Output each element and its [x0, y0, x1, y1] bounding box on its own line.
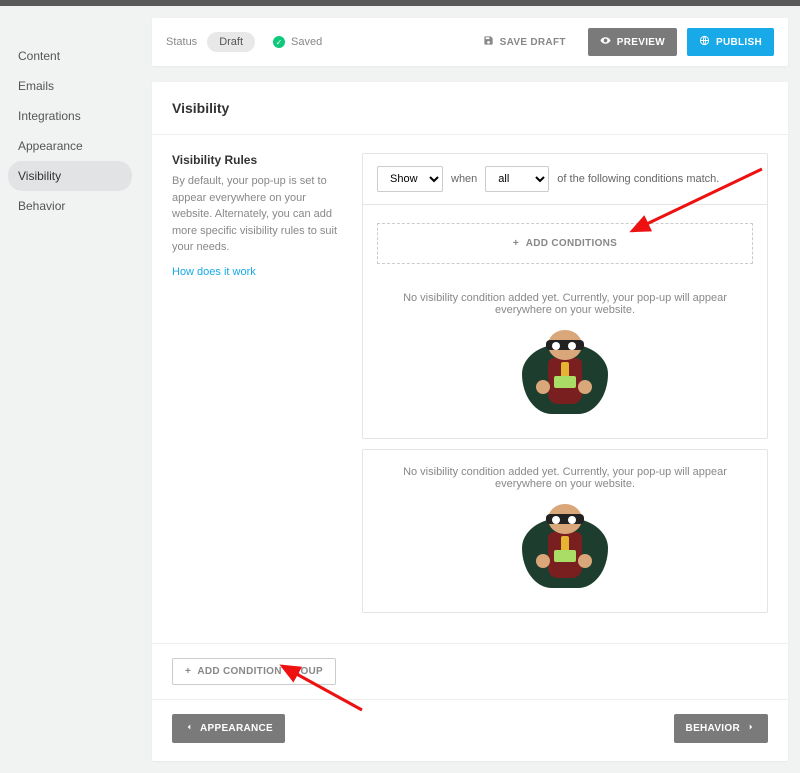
sidebar-item-emails[interactable]: Emails [8, 71, 132, 101]
empty-message-1: No visibility condition added yet. Curre… [363, 282, 767, 316]
sidebar-item-behavior[interactable]: Behavior [8, 191, 132, 221]
rule-group-1: Show when all of the following condition… [362, 153, 768, 439]
how-does-it-work-link[interactable]: How does it work [172, 266, 256, 278]
sidebar-item-content[interactable]: Content [8, 41, 132, 71]
sidebar-item-appearance[interactable]: Appearance [8, 131, 132, 161]
tail-label: of the following conditions match. [557, 173, 719, 185]
when-label: when [451, 173, 477, 185]
next-behavior-button[interactable]: BEHAVIOR [674, 714, 768, 743]
rules-config: Show when all of the following condition… [362, 153, 768, 623]
rule-group-2: No visibility condition added yet. Curre… [362, 449, 768, 613]
globe-icon [699, 35, 710, 49]
publish-label: PUBLISH [716, 37, 762, 48]
sidebar-item-integrations[interactable]: Integrations [8, 101, 132, 131]
prev-appearance-button[interactable]: APPEARANCE [172, 714, 285, 743]
status-label: Status [166, 36, 197, 48]
arrow-right-icon [746, 722, 756, 735]
save-draft-label: SAVE DRAFT [500, 37, 566, 48]
visibility-panel: Visibility Visibility Rules By default, … [152, 82, 788, 761]
save-icon [483, 35, 494, 49]
mascot-illustration-1 [530, 330, 600, 420]
sidebar: Content Emails Integrations Appearance V… [0, 6, 140, 773]
sidebar-item-visibility[interactable]: Visibility [8, 161, 132, 191]
content-column: Status Draft ✓ Saved SAVE DRAFT PREVIEW [140, 6, 800, 773]
prev-label: APPEARANCE [200, 723, 273, 734]
panel-nav: APPEARANCE BEHAVIOR [152, 700, 788, 761]
rules-desc-text: By default, your pop-up is set to appear… [172, 173, 342, 256]
show-select[interactable]: Show [377, 166, 443, 192]
rules-description: Visibility Rules By default, your pop-up… [172, 153, 342, 623]
status-bar: Status Draft ✓ Saved SAVE DRAFT PREVIEW [152, 18, 788, 66]
arrow-left-icon [184, 722, 194, 735]
eye-icon [600, 35, 611, 49]
check-icon: ✓ [273, 36, 285, 48]
publish-button[interactable]: PUBLISH [687, 28, 774, 56]
add-conditions-button[interactable]: + ADD CONDITIONS [377, 223, 753, 264]
next-label: BEHAVIOR [686, 723, 740, 734]
plus-icon: + [185, 666, 191, 677]
status-pill: Draft [207, 32, 255, 52]
mascot-illustration-2 [530, 504, 600, 594]
preview-button[interactable]: PREVIEW [588, 28, 677, 56]
add-condition-group-button[interactable]: + ADD CONDITION GROUP [172, 658, 336, 685]
preview-label: PREVIEW [617, 37, 665, 48]
add-conditions-label: ADD CONDITIONS [526, 238, 617, 249]
rule-sentence: Show when all of the following condition… [363, 154, 767, 205]
saved-label: Saved [291, 36, 322, 48]
all-select[interactable]: all [485, 166, 549, 192]
empty-message-2: No visibility condition added yet. Curre… [363, 450, 767, 490]
save-draft-button[interactable]: SAVE DRAFT [471, 28, 578, 56]
add-group-row: + ADD CONDITION GROUP [152, 644, 788, 700]
rules-title: Visibility Rules [172, 153, 342, 167]
panel-title: Visibility [152, 82, 788, 135]
saved-indicator: ✓ Saved [273, 36, 322, 48]
add-group-label: ADD CONDITION GROUP [197, 666, 323, 677]
plus-icon: + [513, 238, 519, 249]
